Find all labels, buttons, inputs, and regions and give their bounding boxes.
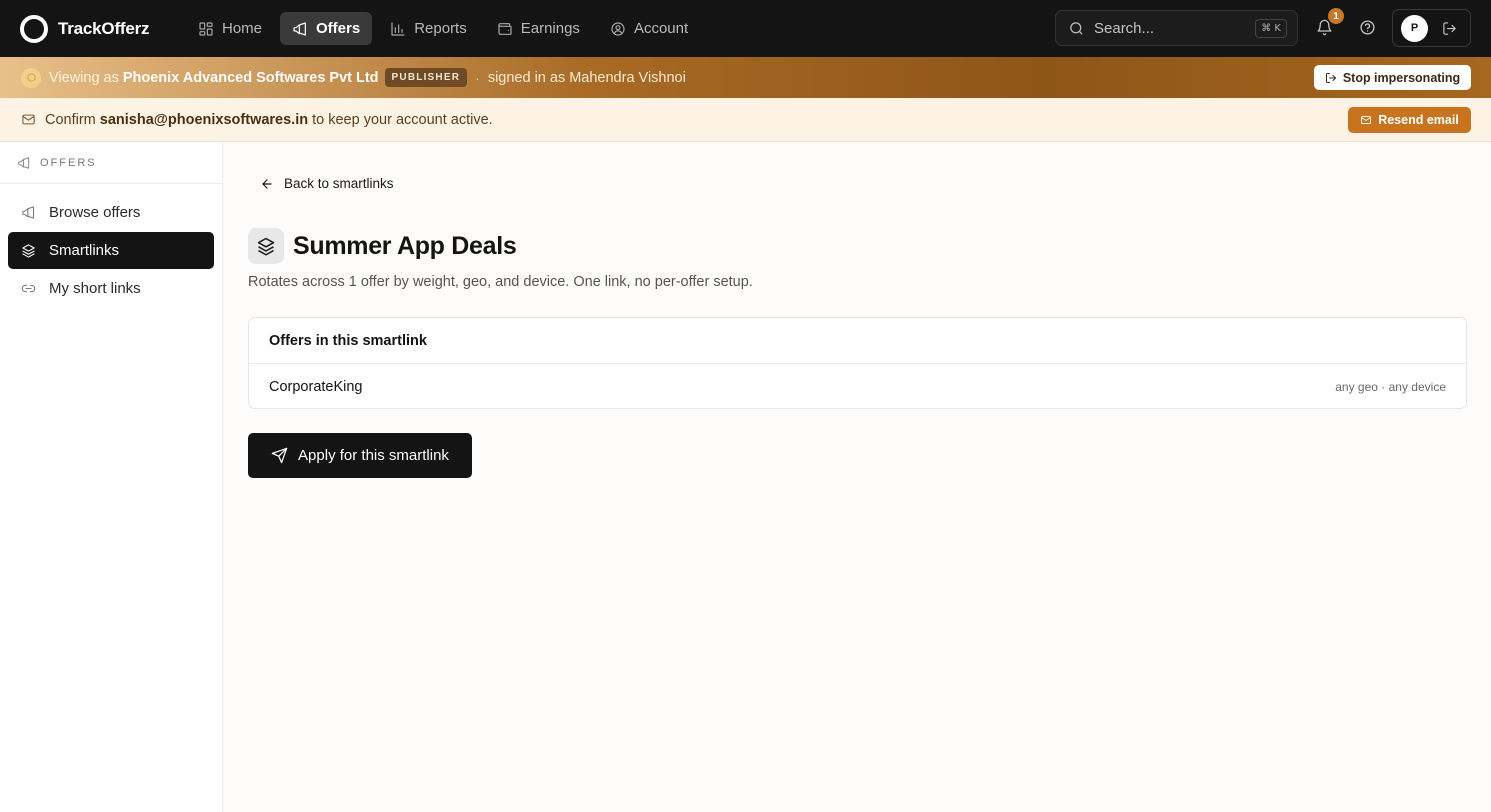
impersonation-icon <box>21 67 41 88</box>
nav-label: Earnings <box>520 20 580 37</box>
nav-item-offers[interactable]: Offers <box>280 12 373 45</box>
list-item[interactable]: CorporateKing any geo · any device <box>249 364 1466 409</box>
send-icon <box>271 447 288 464</box>
nav-item-earnings[interactable]: Earnings <box>485 12 592 45</box>
top-navbar: TrackOfferz Home Offers Reports Earnings… <box>0 0 1491 57</box>
smartlink-offers-card: Offers in this smartlink CorporateKing a… <box>248 317 1467 409</box>
notification-count-badge: 1 <box>1328 8 1344 24</box>
impersonation-org: Phoenix Advanced Softwares Pvt Ltd <box>122 69 379 86</box>
sidebar-heading: OFFERS <box>0 142 222 184</box>
resend-email-button[interactable]: Resend email <box>1348 107 1471 133</box>
nav-label: Account <box>633 20 689 37</box>
avatar[interactable]: P <box>1401 14 1428 42</box>
nav-label: Reports <box>414 20 467 37</box>
offer-targeting: any geo · any device <box>1335 379 1446 394</box>
bar-chart-icon <box>391 21 405 36</box>
exit-icon <box>1325 72 1336 83</box>
brand-logo-icon <box>20 14 48 43</box>
page-subtitle: Rotates across 1 offer by weight, geo, a… <box>248 274 753 290</box>
confirm-suffix: to keep your account active. <box>312 111 493 128</box>
user-circle-icon <box>611 21 625 36</box>
impersonation-banner: Viewing as Phoenix Advanced Softwares Pv… <box>0 57 1491 98</box>
nav-item-home[interactable]: Home <box>186 12 274 45</box>
main-content: Back to smartlinks Summer App Deals Rota… <box>223 142 1491 812</box>
search-icon <box>1070 21 1083 35</box>
help-button[interactable] <box>1356 16 1378 38</box>
layers-icon <box>22 244 35 258</box>
nav-label: Offers <box>316 20 361 37</box>
confirm-prefix: Confirm <box>45 111 96 128</box>
stop-impersonating-label: Stop impersonating <box>1342 70 1461 85</box>
nav-item-account[interactable]: Account <box>598 12 700 45</box>
sidebar-heading-label: OFFERS <box>40 156 97 169</box>
sidebar-item-browse-offers[interactable]: Browse offers <box>8 194 214 231</box>
page-title: Summer App Deals <box>293 231 517 260</box>
impersonation-prefix: Viewing as <box>49 69 119 86</box>
mail-icon <box>22 114 35 125</box>
apply-label: Apply for this smartlink <box>298 447 449 464</box>
confirm-email-address: sanisha@phoenixsoftwares.in <box>99 111 309 128</box>
brand-name: TrackOfferz <box>58 18 150 38</box>
back-label: Back to smartlinks <box>284 176 394 191</box>
sidebar-item-label: Smartlinks <box>49 242 120 259</box>
link-icon <box>21 284 36 293</box>
confirm-email-banner: Confirm sanisha@phoenixsoftwares.in to k… <box>0 98 1491 142</box>
search-shortcut: ⌘ K <box>1255 18 1287 38</box>
layers-icon <box>248 228 284 264</box>
signed-in-as: signed in as Mahendra Vishnoi <box>487 69 686 86</box>
brand[interactable]: TrackOfferz <box>20 14 186 43</box>
stop-impersonating-button[interactable]: Stop impersonating <box>1314 65 1471 90</box>
sidebar-item-label: Browse offers <box>49 204 141 221</box>
offer-name: CorporateKing <box>269 378 363 395</box>
sidebar-item-smartlinks[interactable]: Smartlinks <box>8 232 214 269</box>
search-input[interactable]: Search... ⌘ K <box>1055 10 1298 46</box>
arrow-left-icon <box>262 178 272 189</box>
help-circle-icon <box>1359 19 1375 35</box>
apply-smartlink-button[interactable]: Apply for this smartlink <box>248 433 472 478</box>
megaphone-icon <box>293 21 306 36</box>
sidebar-item-my-short-links[interactable]: My short links <box>8 270 214 307</box>
logout-icon[interactable] <box>1442 21 1457 36</box>
role-badge: PUBLISHER <box>384 68 468 87</box>
nav-item-reports[interactable]: Reports <box>378 12 479 45</box>
card-heading: Offers in this smartlink <box>249 318 1466 364</box>
sidebar-list: Browse offers Smartlinks My short links <box>0 184 222 318</box>
megaphone-icon <box>22 206 35 219</box>
sidebar: OFFERS Browse offers Smartlinks My short… <box>0 142 223 812</box>
impersonation-separator: · <box>475 69 480 86</box>
search-placeholder: Search... <box>1094 19 1155 37</box>
grid-icon <box>199 21 213 36</box>
page-header: Summer App Deals <box>248 228 517 264</box>
back-to-smartlinks-link[interactable]: Back to smartlinks <box>260 176 394 191</box>
resend-email-label: Resend email <box>1378 113 1459 127</box>
mail-icon <box>1361 116 1372 124</box>
wallet-icon <box>498 22 512 35</box>
main-nav: Home Offers Reports Earnings Account <box>186 12 700 45</box>
user-menu: P <box>1392 9 1471 47</box>
megaphone-icon <box>18 156 30 169</box>
nav-label: Home <box>222 20 263 37</box>
sidebar-item-label: My short links <box>49 280 141 297</box>
